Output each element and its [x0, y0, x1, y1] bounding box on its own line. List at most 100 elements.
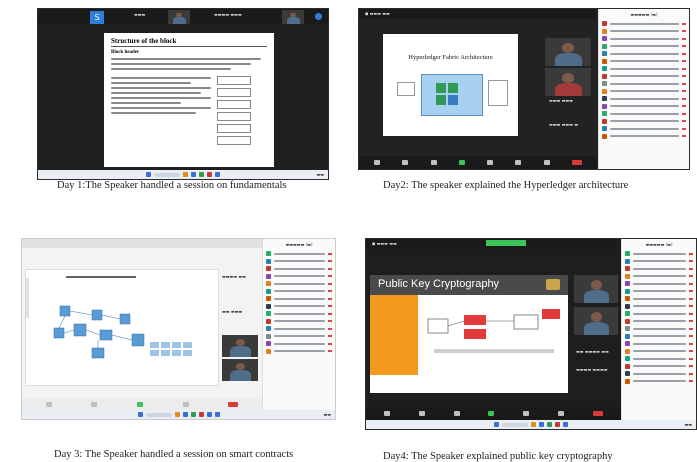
slide-banner: Public Key Cryptography — [370, 275, 568, 295]
list-item[interactable] — [622, 370, 696, 378]
list-item[interactable] — [622, 325, 696, 333]
slide — [25, 269, 219, 386]
participants-panel[interactable]: ▬▬▬▬▬ (▬) — [621, 239, 696, 420]
list-item[interactable] — [263, 288, 335, 296]
list-item[interactable] — [599, 73, 689, 81]
slide: Structure of the block Block header — [104, 33, 274, 167]
list-item[interactable] — [599, 50, 689, 58]
mic-icon[interactable] — [45, 402, 52, 407]
panel-day4: ◼ ▬▬▬ ▬▬ Public Key Cryptography ▬▬ ▬▬▬▬… — [349, 230, 697, 462]
participants-panel[interactable]: ▬▬▬▬▬ (▬) — [598, 9, 689, 169]
list-item[interactable] — [599, 95, 689, 103]
video-tile[interactable] — [545, 38, 591, 66]
record-icon[interactable] — [515, 160, 522, 165]
list-item[interactable] — [622, 348, 696, 356]
list-item[interactable] — [622, 288, 696, 296]
list-item[interactable] — [263, 340, 335, 348]
list-item[interactable] — [622, 303, 696, 311]
list-item[interactable] — [263, 280, 335, 288]
list-item[interactable] — [622, 295, 696, 303]
list-item[interactable] — [263, 273, 335, 281]
taskbar: ▬▬ — [366, 420, 696, 429]
record-icon[interactable] — [557, 411, 564, 416]
video-icon[interactable] — [91, 402, 98, 407]
slide-text — [111, 58, 261, 70]
end-button[interactable] — [228, 402, 239, 407]
caption-day4: Day4: The Speaker explained public key c… — [383, 451, 613, 462]
list-item[interactable] — [599, 88, 689, 96]
list-item[interactable] — [622, 310, 696, 318]
video-tile[interactable] — [545, 68, 591, 96]
list-item[interactable] — [599, 133, 689, 141]
list-item[interactable] — [263, 318, 335, 326]
list-item[interactable] — [599, 118, 689, 126]
list-item[interactable] — [622, 378, 696, 386]
list-item[interactable] — [263, 265, 335, 273]
slide-body — [111, 74, 211, 145]
participants-icon[interactable] — [453, 411, 460, 416]
mic-icon[interactable] — [374, 160, 381, 165]
top-strip: ◼ ▬▬▬ ▬▬ — [359, 9, 596, 19]
end-button[interactable] — [571, 160, 582, 165]
caption-day3: Day 3: The Speaker handled a session on … — [54, 449, 294, 460]
list-item[interactable] — [599, 20, 689, 28]
participants-icon[interactable] — [430, 160, 437, 165]
list-item[interactable] — [599, 125, 689, 133]
list-item[interactable] — [599, 110, 689, 118]
slide-subtitle: Block header — [111, 50, 140, 55]
list-item[interactable] — [622, 265, 696, 273]
list-item[interactable] — [622, 273, 696, 281]
list-item[interactable] — [622, 355, 696, 363]
list-item[interactable] — [263, 303, 335, 311]
chat-icon[interactable] — [182, 402, 189, 407]
end-button[interactable] — [592, 411, 603, 416]
meeting-controls — [359, 156, 597, 169]
video-tile[interactable] — [574, 307, 618, 335]
status-dot — [315, 13, 322, 20]
chat-icon[interactable] — [487, 160, 494, 165]
mic-icon[interactable] — [384, 411, 391, 416]
list-item[interactable] — [599, 65, 689, 73]
list-item[interactable] — [622, 250, 696, 258]
list-item[interactable] — [263, 333, 335, 341]
list-item[interactable] — [599, 28, 689, 36]
list-item[interactable] — [622, 280, 696, 288]
list-item[interactable] — [599, 80, 689, 88]
slide-title: Public Key Cryptography — [378, 278, 500, 290]
meeting-controls — [22, 399, 262, 410]
list-item[interactable] — [263, 295, 335, 303]
list-item[interactable] — [622, 258, 696, 266]
list-item[interactable] — [599, 35, 689, 43]
list-item[interactable] — [622, 318, 696, 326]
list-item[interactable] — [263, 250, 335, 258]
video-icon[interactable] — [402, 160, 409, 165]
chat-icon[interactable] — [523, 411, 530, 416]
list-item[interactable] — [263, 310, 335, 318]
list-item[interactable] — [263, 325, 335, 333]
video-tile[interactable] — [574, 275, 618, 303]
list-item[interactable] — [599, 58, 689, 66]
caption-day1: Day 1:The Speaker handled a session on f… — [57, 180, 287, 191]
reactions-icon[interactable] — [543, 160, 550, 165]
video-tile[interactable] — [222, 359, 258, 381]
video-tile[interactable] — [222, 335, 258, 357]
top-strip: S ▬▬▬ ▬▬▬▬ ▬▬▬ — [38, 9, 328, 25]
share-screen-icon[interactable] — [488, 411, 495, 416]
participants-header: ▬▬▬▬▬ (▬) — [285, 242, 313, 247]
participants-panel[interactable]: ▬▬▬▬▬ (▬) — [262, 239, 335, 410]
list-item[interactable] — [263, 348, 335, 356]
list-item[interactable] — [599, 43, 689, 51]
video-tile[interactable] — [282, 10, 304, 24]
panel-day2: ◼ ▬▬▬ ▬▬ Hyperledger Fabric Architecture… — [349, 0, 697, 200]
share-screen-icon[interactable] — [458, 160, 465, 165]
video-tile[interactable] — [168, 10, 190, 24]
share-screen-icon[interactable] — [136, 402, 143, 407]
list-item[interactable] — [622, 363, 696, 371]
list-item[interactable] — [263, 258, 335, 266]
list-item[interactable] — [622, 333, 696, 341]
video-icon[interactable] — [419, 411, 426, 416]
avatar[interactable]: S — [90, 11, 104, 24]
meeting-controls — [366, 407, 621, 420]
list-item[interactable] — [599, 103, 689, 111]
list-item[interactable] — [622, 340, 696, 348]
